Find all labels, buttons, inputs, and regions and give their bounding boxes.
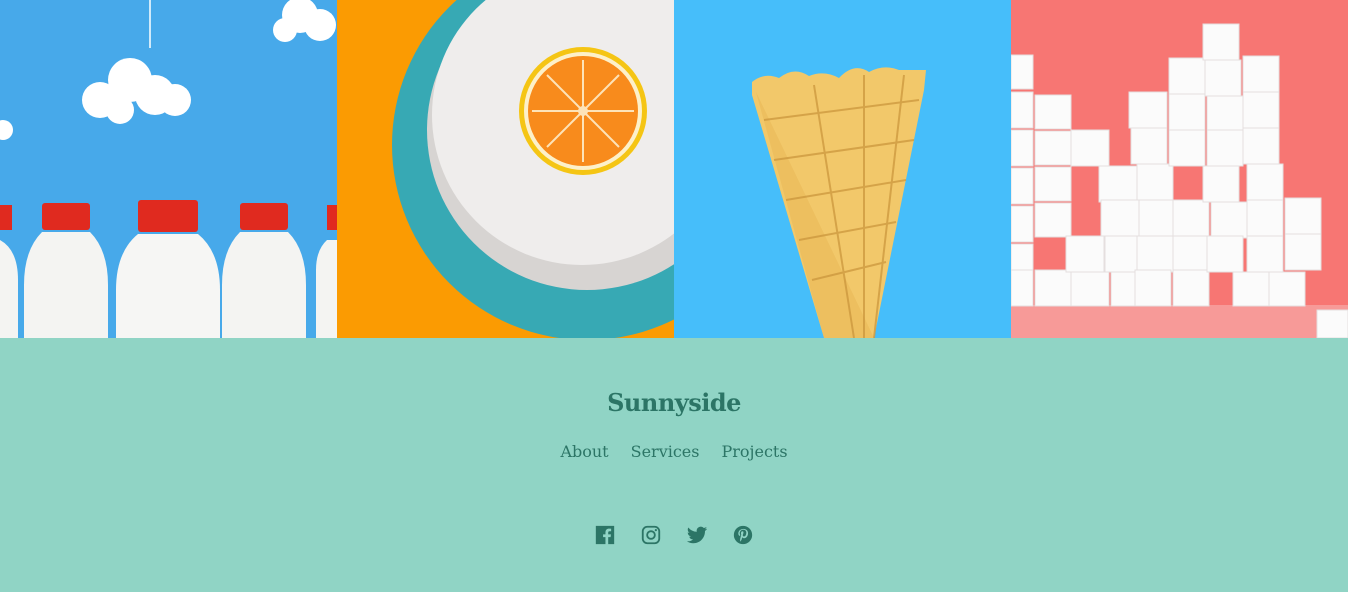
sugar-cubes-photo bbox=[1011, 0, 1348, 338]
instagram-icon[interactable] bbox=[640, 524, 662, 546]
milk-bottles-photo bbox=[0, 0, 337, 338]
pinterest-icon[interactable] bbox=[732, 524, 754, 546]
facebook-icon[interactable] bbox=[594, 524, 616, 546]
footer-nav: About Services Projects bbox=[0, 442, 1348, 461]
nav-link-about[interactable]: About bbox=[560, 442, 608, 461]
brand-logo[interactable]: Sunnyside bbox=[0, 388, 1348, 417]
nav-link-services[interactable]: Services bbox=[631, 442, 700, 461]
ice-cream-cone-photo bbox=[674, 0, 1011, 338]
image-gallery bbox=[0, 0, 1348, 338]
social-links bbox=[0, 524, 1348, 546]
footer: Sunnyside About Services Projects bbox=[0, 338, 1348, 592]
orange-plate-photo bbox=[337, 0, 674, 338]
twitter-icon[interactable] bbox=[686, 524, 708, 546]
nav-link-projects[interactable]: Projects bbox=[721, 442, 787, 461]
